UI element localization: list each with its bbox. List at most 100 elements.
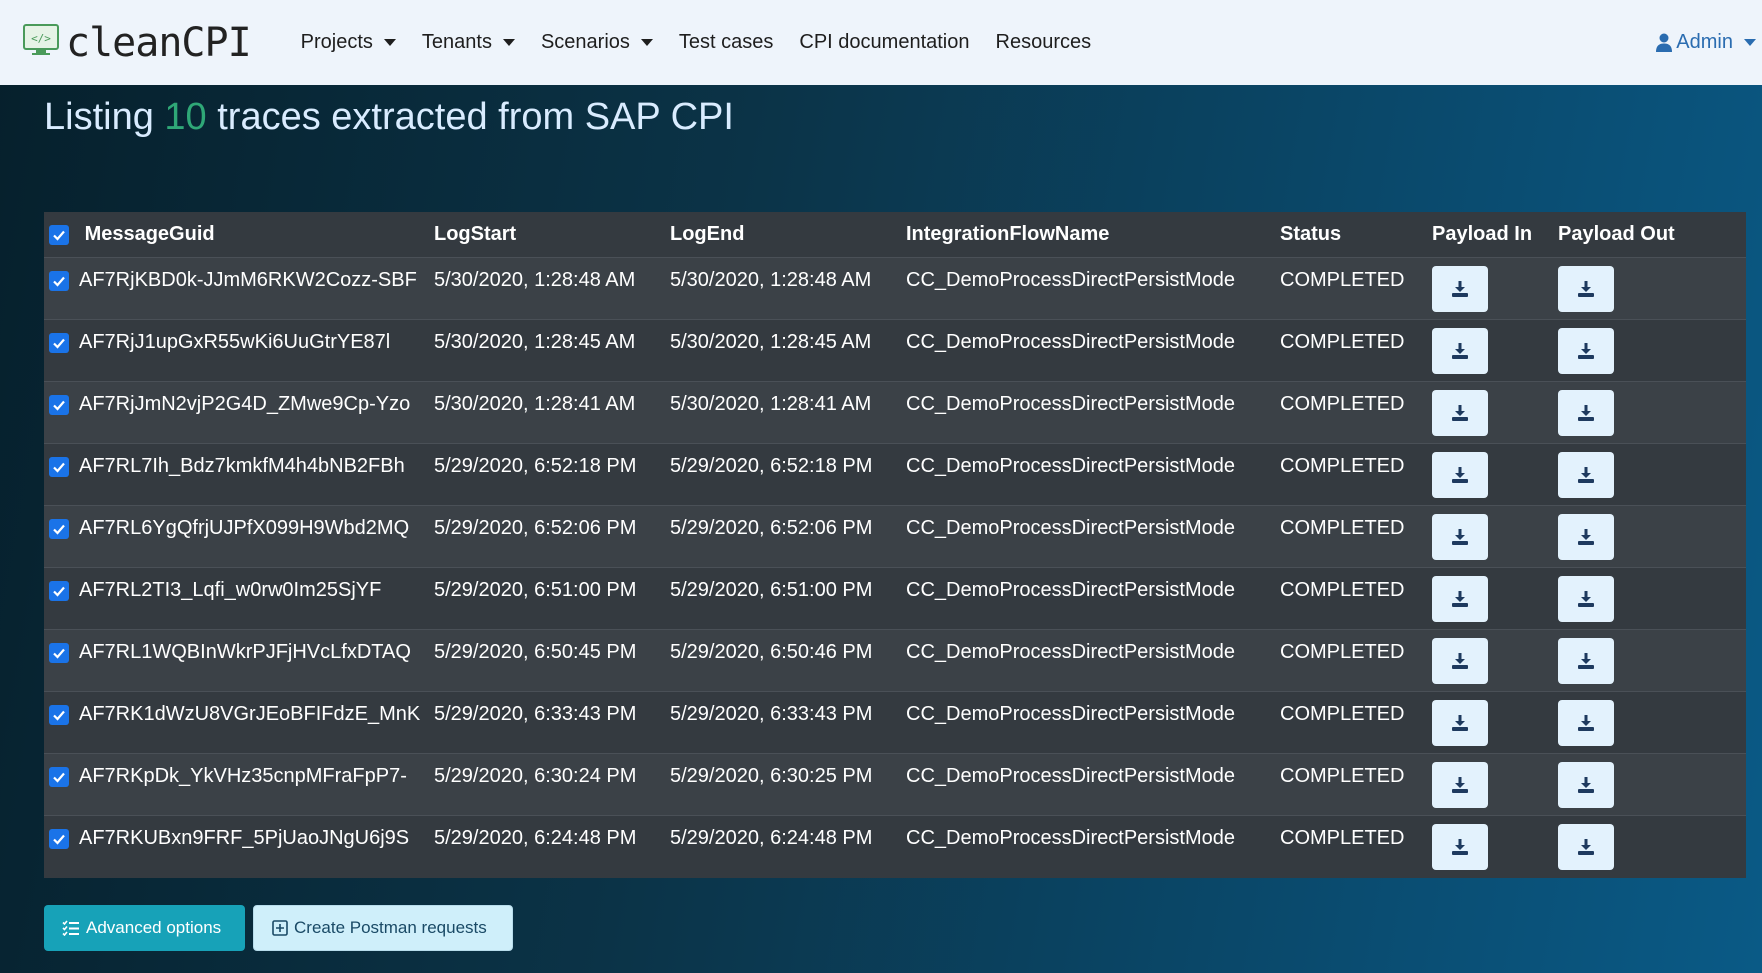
download-icon (1450, 714, 1470, 732)
log-end: 5/30/2020, 1:28:41 AM (670, 393, 872, 415)
cell-log-end: 5/29/2020, 6:24:48 PM (670, 815, 906, 878)
row-checkbox[interactable] (49, 333, 69, 353)
download-payload-out-button[interactable] (1558, 266, 1614, 312)
download-icon (1576, 652, 1596, 670)
nav-scenarios-label: Scenarios (540, 31, 630, 53)
download-payload-in-button[interactable] (1432, 824, 1488, 870)
nav-cpi-documentation[interactable]: CPI documentation (799, 31, 969, 54)
status: COMPLETED (1280, 579, 1405, 601)
cell-integration-flow-name: CC_DemoProcessDirectPersistMode (906, 381, 1280, 444)
download-payload-in-button[interactable] (1432, 328, 1488, 374)
download-payload-out-button[interactable] (1558, 576, 1614, 622)
cell-log-end: 5/29/2020, 6:30:25 PM (670, 753, 906, 816)
cell-status: COMPLETED (1280, 753, 1432, 816)
download-payload-in-button[interactable] (1432, 514, 1488, 560)
row-checkbox[interactable] (49, 829, 69, 849)
table-row: AF7RL7Ih_Bdz7kmkfM4h4bNB2FBh 5/29/2020, 6… (44, 443, 1746, 506)
nav-resources[interactable]: Resources (996, 31, 1092, 54)
download-icon (1576, 466, 1596, 484)
row-checkbox[interactable] (49, 457, 69, 477)
log-start: 5/29/2020, 6:24:48 PM (434, 827, 637, 849)
nav-projects[interactable]: Projects (301, 31, 396, 54)
svg-text:</>: </> (31, 32, 51, 45)
log-start: 5/30/2020, 1:28:48 AM (434, 269, 636, 291)
message-guid: AF7RL2TI3_Lqfi_w0rw0Im25SjYF (79, 579, 382, 601)
download-payload-out-button[interactable] (1558, 700, 1614, 746)
download-payload-out-button[interactable] (1558, 452, 1614, 498)
status: COMPLETED (1280, 331, 1405, 353)
header-payload-out: Payload Out (1558, 212, 1746, 258)
chevron-down-icon (640, 39, 653, 46)
status: COMPLETED (1280, 641, 1405, 663)
cell-integration-flow-name: CC_DemoProcessDirectPersistMode (906, 815, 1280, 878)
user-menu[interactable]: Admin (1656, 0, 1756, 85)
row-checkbox[interactable] (49, 395, 69, 415)
nav-scenarios[interactable]: Scenarios (541, 31, 653, 54)
title-prefix: Listing (44, 96, 154, 138)
download-payload-out-button[interactable] (1558, 762, 1614, 808)
cell-log-start: 5/30/2020, 1:28:48 AM (434, 257, 670, 320)
row-checkbox[interactable] (49, 519, 69, 539)
brand-logo[interactable]: </> cleanCPI (22, 20, 252, 66)
message-guid: AF7RK1dWzU8VGrJEoBFIFdzE_MnK (79, 703, 421, 725)
download-payload-in-button[interactable] (1432, 266, 1488, 312)
cell-message-guid: AF7RL6YgQfrjUJPfX099H9Wbd2MQ (44, 505, 434, 568)
table-row: AF7RK1dWzU8VGrJEoBFIFdzE_MnK 5/29/2020, 6… (44, 691, 1746, 754)
table-header-row: MessageGuid LogStart LogEnd IntegrationF… (44, 212, 1746, 258)
create-postman-requests-button[interactable]: Create Postman requests (253, 905, 513, 951)
download-payload-in-button[interactable] (1432, 452, 1488, 498)
log-end: 5/30/2020, 1:28:45 AM (670, 331, 872, 353)
cell-message-guid: AF7RjKBD0k-JJmM6RKW2Cozz-SBF (44, 257, 434, 320)
cell-status: COMPLETED (1280, 319, 1432, 382)
cell-payload-out (1558, 629, 1746, 692)
row-checkbox[interactable] (49, 581, 69, 601)
download-icon (1450, 466, 1470, 484)
download-payload-in-button[interactable] (1432, 700, 1488, 746)
table-row: AF7RL2TI3_Lqfi_w0rw0Im25SjYF 5/29/2020, 6… (44, 567, 1746, 630)
message-guid: AF7RjJ1upGxR55wKi6UuGtrYE87l (79, 331, 391, 353)
download-payload-in-button[interactable] (1432, 576, 1488, 622)
log-end: 5/29/2020, 6:51:00 PM (670, 579, 873, 601)
integration-flow-name: CC_DemoProcessDirectPersistMode (906, 331, 1235, 353)
integration-flow-name: CC_DemoProcessDirectPersistMode (906, 703, 1235, 725)
download-payload-out-button[interactable] (1558, 824, 1614, 870)
row-checkbox[interactable] (49, 705, 69, 725)
cell-log-end: 5/30/2020, 1:28:48 AM (670, 257, 906, 320)
table-row: AF7RjJmN2vjP2G4D_ZMwe9Cp-Yzo 5/30/2020, 1… (44, 381, 1746, 444)
status: COMPLETED (1280, 827, 1405, 849)
row-checkbox[interactable] (49, 271, 69, 291)
nav-tenants[interactable]: Tenants (422, 31, 515, 54)
integration-flow-name: CC_DemoProcessDirectPersistMode (906, 765, 1235, 787)
integration-flow-name: CC_DemoProcessDirectPersistMode (906, 579, 1235, 601)
download-payload-in-button[interactable] (1432, 762, 1488, 808)
download-icon (1576, 528, 1596, 546)
table-row: AF7RL6YgQfrjUJPfX099H9Wbd2MQ 5/29/2020, 6… (44, 505, 1746, 568)
download-payload-out-button[interactable] (1558, 514, 1614, 560)
nav-test-cases[interactable]: Test cases (679, 31, 773, 54)
cell-payload-in (1432, 505, 1558, 568)
trace-count: 10 (164, 96, 207, 138)
nav-tenants-label: Tenants (421, 31, 492, 53)
row-checkbox[interactable] (49, 643, 69, 663)
integration-flow-name: CC_DemoProcessDirectPersistMode (906, 455, 1235, 477)
download-payload-out-button[interactable] (1558, 638, 1614, 684)
select-all-checkbox[interactable] (49, 224, 69, 245)
download-payload-out-button[interactable] (1558, 328, 1614, 374)
cell-status: COMPLETED (1280, 381, 1432, 444)
nav-projects-label: Projects (300, 31, 373, 53)
cell-message-guid: AF7RL2TI3_Lqfi_w0rw0Im25SjYF (44, 567, 434, 630)
download-payload-in-button[interactable] (1432, 638, 1488, 684)
cell-log-end: 5/29/2020, 6:51:00 PM (670, 567, 906, 630)
download-payload-in-button[interactable] (1432, 390, 1488, 436)
cell-message-guid: AF7RK1dWzU8VGrJEoBFIFdzE_MnK (44, 691, 434, 754)
cell-log-start: 5/29/2020, 6:33:43 PM (434, 691, 670, 754)
cell-integration-flow-name: CC_DemoProcessDirectPersistMode (906, 443, 1280, 506)
download-payload-out-button[interactable] (1558, 390, 1614, 436)
advanced-options-button[interactable]: Advanced options (44, 905, 245, 951)
header-message-guid: MessageGuid (44, 212, 434, 258)
nav-cpi-documentation-label: CPI documentation (799, 31, 970, 53)
header-payload-in: Payload In (1432, 212, 1558, 258)
row-checkbox[interactable] (49, 767, 69, 787)
header-status: Status (1280, 212, 1432, 258)
integration-flow-name: CC_DemoProcessDirectPersistMode (906, 827, 1235, 849)
